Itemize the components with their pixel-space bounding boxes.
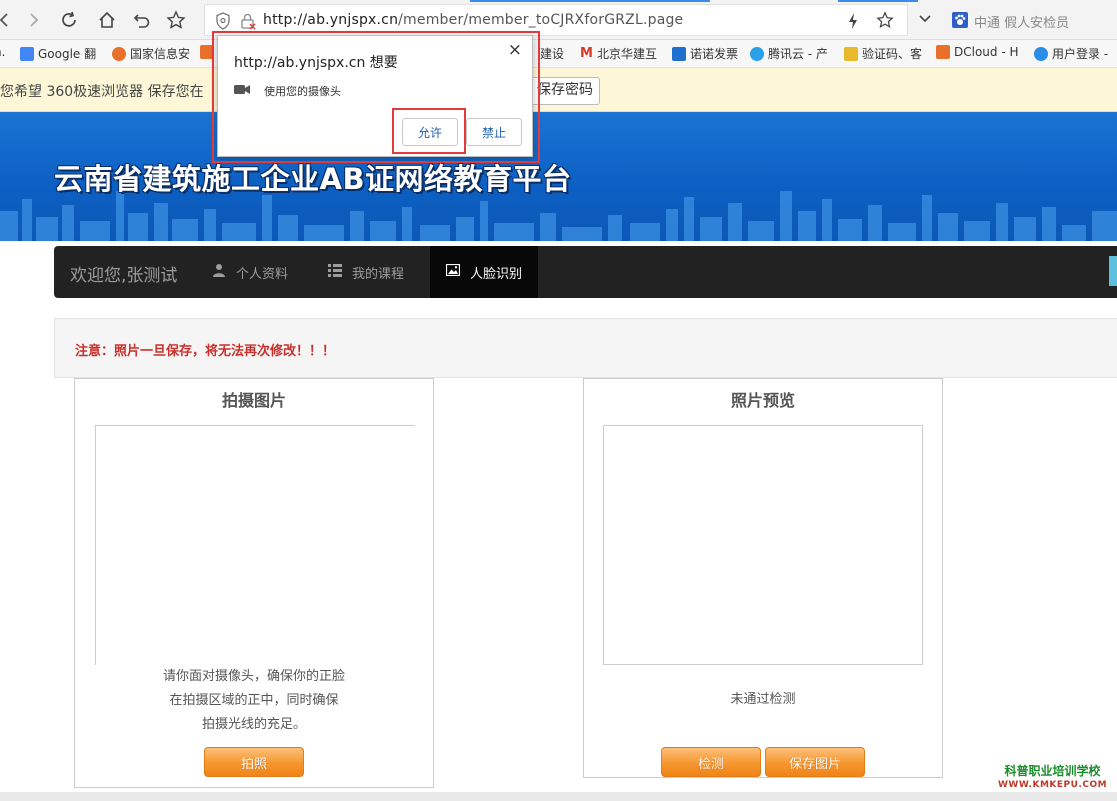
search-box[interactable]: 中通 假人安检员 xyxy=(944,4,1117,36)
chevron-down-icon[interactable] xyxy=(918,13,932,28)
fox-icon xyxy=(200,45,214,59)
close-icon[interactable]: × xyxy=(508,40,522,60)
bookmark-item[interactable] xyxy=(200,45,214,59)
nav-item-label: 我的课程 xyxy=(352,266,405,282)
refresh-icon[interactable] xyxy=(57,8,81,32)
home-icon[interactable] xyxy=(95,8,119,32)
notice-text: 注意：照片一旦保存，将无法再次修改！！！ xyxy=(75,344,336,359)
bookmark-item[interactable]: 国家信息安 xyxy=(112,45,190,62)
bookmark-item[interactable]: 建设 xyxy=(540,45,564,62)
bookmark-item[interactable]: 腾讯云 - 产 xyxy=(750,45,828,62)
bookmark-label: DCloud - H xyxy=(954,45,1019,59)
save-photo-button[interactable]: 保存图片 xyxy=(765,747,865,777)
instruction-line: 请你面对摄像头，确保你的正脸 xyxy=(162,669,345,684)
nav-right-button[interactable] xyxy=(1109,256,1117,286)
site-banner: 云南省建筑施工企业AB证网络教育平台 xyxy=(0,112,1117,241)
bookmark-item[interactable]: Google 翻 xyxy=(20,45,96,62)
watermark-line1: 科普职业培训学校 xyxy=(1004,764,1101,778)
globe-icon xyxy=(112,46,126,61)
preview-panel: 照片预览 未通过检测 检测 保存图片 xyxy=(583,378,943,778)
notice-box: 注意：照片一旦保存，将无法再次修改！！！ xyxy=(54,318,1117,378)
user-login-icon xyxy=(1034,46,1048,61)
bookmark-label: 北京华建互 xyxy=(596,47,657,61)
bookmark-item[interactable]: 用户登录 - xyxy=(1034,45,1108,62)
camera-icon xyxy=(234,84,250,98)
url-host: http://ab.ynjspx.cn xyxy=(263,12,399,28)
detection-status: 未通过检测 xyxy=(730,692,796,707)
permission-request-text: 使用您的摄像头 xyxy=(264,85,341,98)
watermark-line2: WWW.KMKEPU.COM xyxy=(998,780,1108,790)
folder-icon xyxy=(844,46,858,61)
preview-panel-title: 照片预览 xyxy=(730,391,795,410)
bookmark-label: 诺诺发票 xyxy=(690,47,739,61)
permission-request: 使用您的摄像头 xyxy=(234,83,341,99)
photo-preview-frame xyxy=(603,425,923,665)
bookmarks-bar: n. Google 翻 国家信息安 建设 M北京华建互 诺诺发票 腾讯云 - 产… xyxy=(0,40,1117,68)
bookmark-label: 建设 xyxy=(540,47,565,61)
nav-item-label: 个人资料 xyxy=(236,266,289,282)
url-path: /member/member_toCJRXforGRZL.page xyxy=(398,12,684,28)
instruction-line: 拍摄光线的充足。 xyxy=(201,717,306,732)
take-photo-button[interactable]: 拍照 xyxy=(204,747,304,777)
address-bar[interactable]: http://ab.ynjspx.cn/member/member_toCJRX… xyxy=(204,4,908,36)
m-logo-icon: M xyxy=(580,46,593,61)
save-password-button[interactable]: 保存密码 xyxy=(530,77,600,105)
password-save-bar: 您希望 360极速浏览器 保存您在 保存密码 xyxy=(0,68,1117,112)
watermark: 科普职业培训学校 WWW.KMKEPU.COM xyxy=(998,764,1107,792)
nav-item-face-recognition[interactable]: 人脸识别 xyxy=(430,246,539,298)
invoice-icon xyxy=(672,46,686,61)
paw-icon xyxy=(952,12,968,32)
active-tab-indicator xyxy=(470,0,710,2)
nav-item-profile[interactable]: 个人资料 xyxy=(196,246,304,298)
welcome-text: 欢迎您,张测试 xyxy=(70,266,178,286)
tab-indicator xyxy=(838,0,918,2)
insecure-lock-icon[interactable] xyxy=(240,12,256,34)
nav-item-label: 人脸识别 xyxy=(470,266,523,282)
instruction-line: 在拍摄区域的正中，同时确保 xyxy=(169,693,339,708)
main-nav: 欢迎您,张测试 个人资料 我的课程 人脸识别 xyxy=(54,246,1117,298)
bookmark-star-icon[interactable] xyxy=(876,11,894,33)
horizontal-scrollbar[interactable] xyxy=(0,792,1117,801)
bookmark-item[interactable]: M 北京华建互 xyxy=(580,45,657,62)
bookmark-label: 腾讯云 - 产 xyxy=(768,47,828,61)
bookmark-label: 验证码、客 xyxy=(862,47,923,61)
bookmark-item[interactable]: n. xyxy=(0,45,5,59)
camera-frame xyxy=(95,425,415,665)
capture-panel-title: 拍摄图片 xyxy=(221,391,286,410)
shield-icon[interactable] xyxy=(215,12,231,34)
bookmark-label: 国家信息安 xyxy=(130,47,191,61)
url-text[interactable]: http://ab.ynjspx.cn/member/member_toCJRX… xyxy=(263,12,683,28)
bookmark-label: Google 翻 xyxy=(38,47,97,61)
site-title: 云南省建筑施工企业AB证网络教育平台 xyxy=(54,162,572,196)
forward-icon[interactable] xyxy=(22,8,46,32)
list-icon xyxy=(328,263,342,281)
allow-button[interactable]: 允许 xyxy=(402,118,458,146)
browser-toolbar: http://ab.ynjspx.cn/member/member_toCJRX… xyxy=(0,0,1117,40)
search-text[interactable]: 中通 假人安检员 xyxy=(974,12,1069,31)
camera-permission-popup: × http://ab.ynjspx.cn 想要 使用您的摄像头 允许 禁止 xyxy=(217,35,533,157)
cloud-icon xyxy=(750,46,764,61)
deny-button[interactable]: 禁止 xyxy=(466,118,522,146)
picture-icon xyxy=(445,263,461,280)
capture-panel: 拍摄图片 请你面对摄像头，确保你的正脸 在拍摄区域的正中，同时确保 拍摄光线的充… xyxy=(74,378,434,788)
back-icon[interactable] xyxy=(0,8,16,32)
undo-icon[interactable] xyxy=(130,8,154,32)
bookmark-item[interactable]: DCloud - H xyxy=(936,45,1019,59)
popup-title: http://ab.ynjspx.cn 想要 xyxy=(234,55,398,71)
translate-icon xyxy=(20,46,34,61)
user-icon xyxy=(212,263,226,281)
favorite-star-icon[interactable] xyxy=(164,8,188,32)
detect-button[interactable]: 检测 xyxy=(661,747,761,777)
dcloud-icon xyxy=(936,45,950,59)
capture-instructions: 请你面对摄像头，确保你的正脸 在拍摄区域的正中，同时确保 拍摄光线的充足。 xyxy=(75,665,433,737)
nav-item-courses[interactable]: 我的课程 xyxy=(312,246,420,298)
lightning-icon[interactable] xyxy=(847,12,859,34)
bookmark-item[interactable]: 诺诺发票 xyxy=(672,45,738,62)
bookmark-label: 用户登录 - xyxy=(1052,47,1109,61)
password-bar-text: 您希望 360极速浏览器 保存您在 xyxy=(0,84,204,100)
bookmark-item[interactable]: 验证码、客 xyxy=(844,45,922,62)
